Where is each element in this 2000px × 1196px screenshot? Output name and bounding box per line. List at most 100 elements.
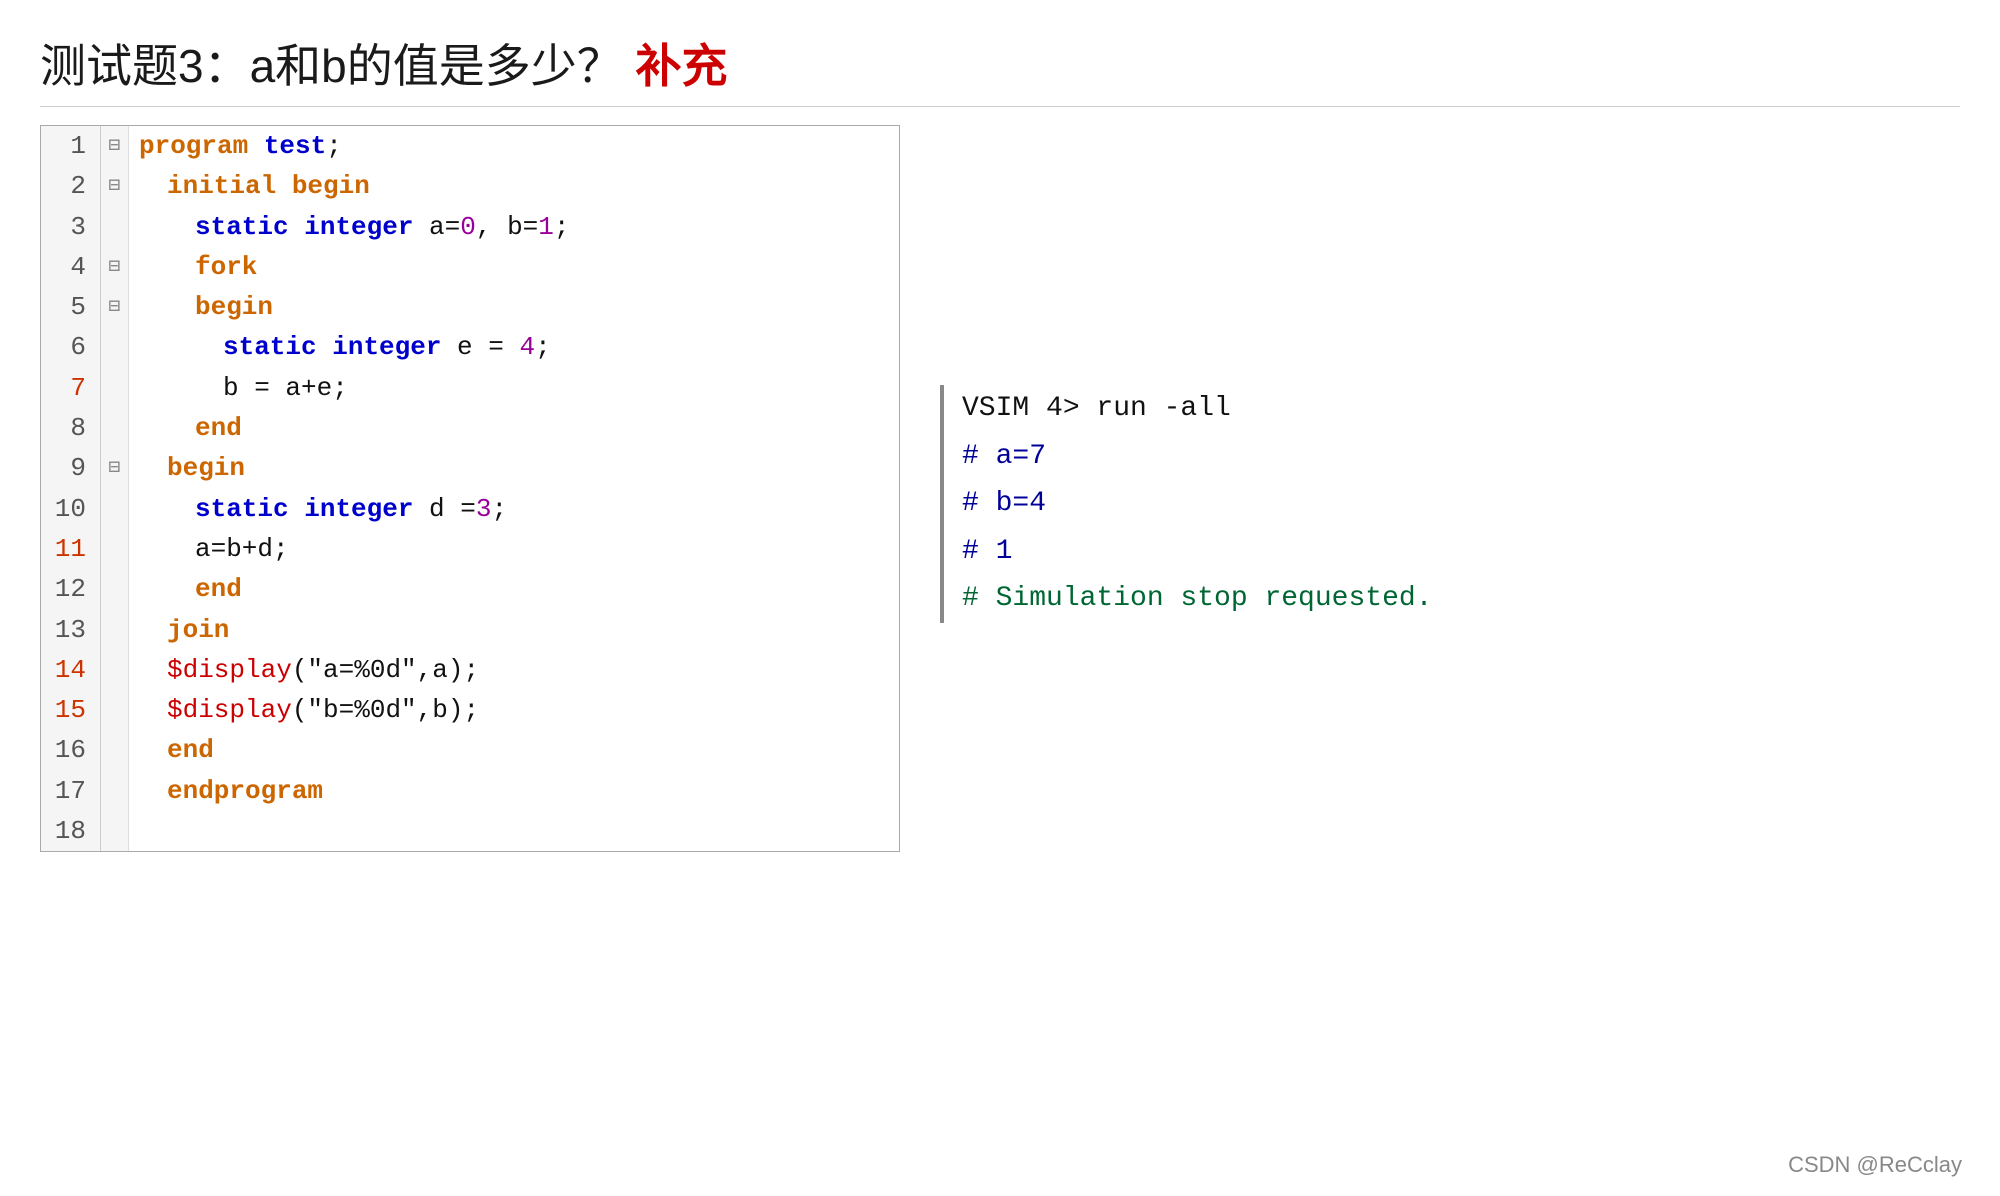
token: b = a+e; [223, 368, 348, 408]
line-number: 12 [41, 569, 101, 609]
token: begin [167, 448, 245, 488]
token: ; [491, 489, 507, 529]
token: ; [326, 126, 342, 166]
token: end [167, 730, 214, 770]
token: end [195, 408, 242, 448]
code-line: 3 static integer a=0, b=1; [41, 207, 899, 247]
line-number: 13 [41, 610, 101, 650]
fold-indicator [101, 489, 129, 529]
token: test [264, 126, 326, 166]
token: integer [304, 207, 413, 247]
terminal-line: # a=7 [962, 433, 1432, 481]
code-line: 2⊟initial begin [41, 166, 899, 206]
line-number: 3 [41, 207, 101, 247]
fold-indicator[interactable]: ⊟ [101, 287, 129, 327]
code-line: 11 a=b+d; [41, 529, 899, 569]
fold-indicator [101, 690, 129, 730]
code-content: begin [129, 448, 899, 488]
code-line: 17endprogram [41, 771, 899, 811]
token [289, 489, 305, 529]
line-number: 6 [41, 327, 101, 367]
code-line: 4⊟fork [41, 247, 899, 287]
token: d = [413, 489, 475, 529]
token [317, 327, 333, 367]
fold-indicator [101, 610, 129, 650]
code-line: 18 [41, 811, 899, 851]
code-content: fork [129, 247, 899, 287]
token: ("b=%0d",b); [292, 690, 479, 730]
code-line: 12 end [41, 569, 899, 609]
fold-indicator[interactable]: ⊟ [101, 126, 129, 166]
line-number: 2 [41, 166, 101, 206]
code-line: 7 b = a+e; [41, 368, 899, 408]
token: integer [332, 327, 441, 367]
code-line: 14 $display("a=%0d",a); [41, 650, 899, 690]
line-number: 10 [41, 489, 101, 529]
code-line: 10static integer d =3; [41, 489, 899, 529]
code-line: 9⊟ begin [41, 448, 899, 488]
token: end [195, 569, 242, 609]
line-number: 16 [41, 730, 101, 770]
code-content: begin [129, 287, 899, 327]
token: begin [292, 166, 370, 206]
code-content [129, 811, 899, 851]
token: ; [554, 207, 570, 247]
code-content: static integer a=0, b=1; [129, 207, 899, 247]
line-number: 9 [41, 448, 101, 488]
code-line: 8 end [41, 408, 899, 448]
token: 0 [460, 207, 476, 247]
code-content: a=b+d; [129, 529, 899, 569]
token: ; [535, 327, 551, 367]
terminal: VSIM 4> run -all# a=7# b=4# 1# Simulatio… [940, 385, 1432, 623]
fold-indicator[interactable]: ⊟ [101, 247, 129, 287]
token: $display [167, 650, 292, 690]
code-line: 1⊟program test; [41, 126, 899, 166]
line-number: 8 [41, 408, 101, 448]
code-content: b = a+e; [129, 368, 899, 408]
content-area: 1⊟program test;2⊟initial begin3static in… [40, 125, 1960, 852]
code-line: 6 static integer e = 4; [41, 327, 899, 367]
code-line: 15$display("b=%0d",b); [41, 690, 899, 730]
code-content: end [129, 408, 899, 448]
token: a=b+d; [195, 529, 289, 569]
fold-indicator[interactable]: ⊟ [101, 448, 129, 488]
token: e = [441, 327, 519, 367]
line-number: 11 [41, 529, 101, 569]
line-number: 1 [41, 126, 101, 166]
token [276, 166, 292, 206]
terminal-line: VSIM 4> run -all [962, 385, 1432, 433]
fold-indicator [101, 327, 129, 367]
title-highlight: 补充 [636, 40, 728, 92]
fold-indicator [101, 408, 129, 448]
token: , b= [476, 207, 538, 247]
line-number: 15 [41, 690, 101, 730]
line-number: 7 [41, 368, 101, 408]
line-number: 14 [41, 650, 101, 690]
fold-indicator[interactable]: ⊟ [101, 166, 129, 206]
token: integer [304, 489, 413, 529]
token: static [195, 489, 289, 529]
code-editor: 1⊟program test;2⊟initial begin3static in… [40, 125, 900, 852]
terminal-line: # Simulation stop requested. [962, 575, 1432, 623]
token: a= [413, 207, 460, 247]
token: static [223, 327, 317, 367]
token: 4 [519, 327, 535, 367]
code-line: 13 join [41, 610, 899, 650]
code-line: 5⊟begin [41, 287, 899, 327]
watermark: CSDN @ReCclay [1788, 1152, 1962, 1178]
token: ("a=%0d",a); [292, 650, 479, 690]
terminal-line: # 1 [962, 528, 1432, 576]
fold-indicator [101, 811, 129, 851]
token: begin [195, 287, 273, 327]
code-line: 16 end [41, 730, 899, 770]
code-content: $display("a=%0d",a); [129, 650, 899, 690]
token: join [167, 610, 229, 650]
code-content: initial begin [129, 166, 899, 206]
token: program [139, 126, 248, 166]
line-number: 18 [41, 811, 101, 851]
token [248, 126, 264, 166]
terminal-line: # b=4 [962, 480, 1432, 528]
fold-indicator [101, 529, 129, 569]
token: fork [195, 247, 257, 287]
fold-indicator [101, 771, 129, 811]
